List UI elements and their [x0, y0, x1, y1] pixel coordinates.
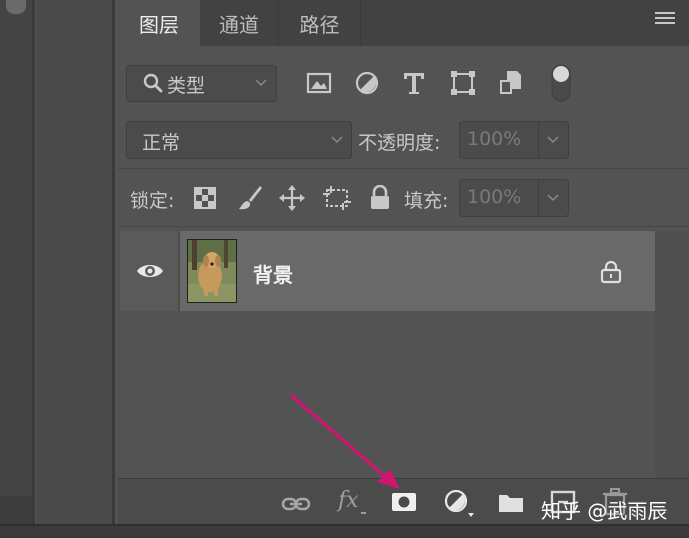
bottom-edge: [0, 526, 689, 538]
new-adjustment-layer-icon[interactable]: [444, 489, 476, 519]
chevron-down-icon: [255, 79, 267, 87]
type-filter-icon[interactable]: [402, 70, 426, 96]
adjustment-filter-icon[interactable]: [355, 71, 379, 95]
fill-split: [538, 180, 539, 216]
link-layers-icon[interactable]: [281, 494, 311, 514]
tab-channels[interactable]: 通道: [200, 0, 278, 46]
tab-paths[interactable]: 路径: [279, 0, 360, 46]
chevron-down-icon: [331, 136, 343, 144]
fill-label: 填充:: [404, 190, 449, 212]
lock-transparent-pixels-icon[interactable]: [194, 187, 216, 209]
annotation-arrow-icon: [290, 394, 400, 489]
opacity-value: 100%: [467, 128, 522, 150]
lock-image-pixels-brush-icon[interactable]: [237, 184, 263, 212]
left-dock-strip: [0, 0, 32, 538]
dock-bottom-cell: [0, 496, 32, 527]
lock-label: 锁定:: [130, 190, 175, 212]
smart-object-filter-icon[interactable]: [499, 69, 523, 97]
filter-toggle-icon[interactable]: [551, 64, 571, 102]
chevron-down-icon[interactable]: [546, 135, 560, 145]
eye-icon[interactable]: [136, 262, 164, 280]
search-icon: [143, 73, 163, 93]
watermark-text: 知乎 @武雨辰: [541, 499, 668, 523]
tab-layers[interactable]: 图层: [118, 0, 200, 46]
section-divider: [118, 226, 689, 227]
lock-all-icon[interactable]: [369, 185, 391, 211]
panel-divider: [112, 0, 115, 538]
fill-value: 100%: [467, 186, 522, 208]
layers-scrollbar-track[interactable]: [655, 231, 689, 478]
collapsed-panel-strip: [36, 0, 112, 538]
dock-scroll-handle[interactable]: [6, 0, 26, 14]
row-divider: [178, 231, 180, 311]
dock-divider: [32, 0, 35, 538]
new-group-folder-icon[interactable]: [497, 490, 525, 514]
opacity-split: [538, 122, 539, 158]
filter-kind-label: 类型: [167, 75, 206, 97]
fx-submenu-indicator: [361, 512, 366, 514]
tab-separator: [360, 0, 361, 46]
blend-mode-value: 正常: [142, 132, 181, 154]
layer-thumbnail: [187, 239, 237, 303]
lock-position-move-icon[interactable]: [279, 185, 305, 211]
shape-filter-icon[interactable]: [450, 70, 476, 96]
lock-artboard-icon[interactable]: [322, 185, 352, 211]
panel-menu-icon[interactable]: [655, 12, 675, 26]
layer-name[interactable]: 背景: [253, 259, 293, 288]
opacity-label: 不透明度:: [358, 132, 441, 154]
section-divider: [118, 168, 689, 169]
chevron-down-icon[interactable]: [546, 193, 560, 203]
layer-lock-icon: [600, 260, 622, 284]
image-filter-icon[interactable]: [306, 71, 332, 95]
